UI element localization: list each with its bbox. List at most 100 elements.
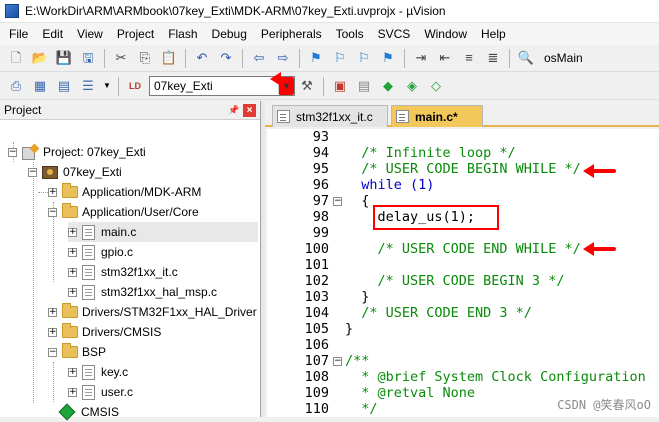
tree-item-group[interactable]: + Drivers/CMSIS (48, 322, 161, 342)
menu-file[interactable]: File (2, 23, 35, 45)
indent-icon[interactable]: ⇥ (412, 49, 430, 67)
find-in-files-icon[interactable]: 🔍 (517, 49, 535, 67)
navigate-forward-icon[interactable]: ⇨ (274, 49, 292, 67)
save-all-icon[interactable]: 🖫 (79, 49, 97, 67)
menu-flash[interactable]: Flash (161, 23, 204, 45)
menu-tools[interactable]: Tools (329, 23, 371, 45)
folder-icon (62, 303, 78, 318)
tree-item-group[interactable]: − Application/User/Core (48, 202, 199, 222)
tree-item-file[interactable]: + user.c (68, 382, 133, 402)
bookmark-icon[interactable]: ⚑ (307, 49, 325, 67)
menu-help[interactable]: Help (474, 23, 513, 45)
line-number: 96 (312, 177, 329, 193)
select-packs-icon[interactable]: ◇ (427, 77, 445, 95)
target-select-value: 07key_Exti (154, 79, 213, 93)
tree-item-file[interactable]: + stm32f1xx_hal_msp.c (68, 282, 217, 302)
collapse-icon[interactable]: − (48, 347, 57, 357)
c-file-icon (82, 244, 95, 260)
menu-window[interactable]: Window (417, 23, 474, 45)
expand-icon[interactable]: + (68, 247, 77, 257)
fold-collapse-icon[interactable]: − (333, 357, 342, 366)
menu-view[interactable]: View (70, 23, 110, 45)
tree-item-group[interactable]: − BSP (48, 342, 106, 362)
tree-item-project[interactable]: − Project: 07key_Exti (8, 142, 146, 162)
cut-icon[interactable]: ✂ (112, 49, 130, 67)
toolbar-separator (118, 76, 119, 96)
file-toolbar: 🗋 📂 💾 🖫 ✂ ⎘ 📋 ↶ ↷ ⇦ ⇨ ⚑ ⚐ ⚐ ⚑ ⇥ ⇤ ≡ ≣ 🔍 … (0, 45, 659, 72)
tree-item-group[interactable]: + Application/MDK-ARM (48, 182, 201, 202)
menu-project[interactable]: Project (110, 23, 161, 45)
manage-project-items-icon[interactable]: ▣ (331, 77, 349, 95)
line-number: 102 (304, 273, 329, 289)
project-panel: Project 📌 × − Project: 07key_Exti − 07ke… (0, 101, 261, 421)
tree-item-component[interactable]: CMSIS (58, 402, 119, 422)
copy-icon[interactable]: ⎘ (136, 49, 154, 67)
menu-edit[interactable]: Edit (35, 23, 70, 45)
collapse-icon[interactable]: − (8, 147, 17, 157)
pack-installer-icon[interactable]: ◆ (379, 77, 397, 95)
build-icon[interactable]: ▦ (31, 77, 49, 95)
navigate-back-icon[interactable]: ⇦ (250, 49, 268, 67)
menu-bar: File Edit View Project Flash Debug Perip… (0, 23, 659, 45)
target-options-icon[interactable]: ⚒ (298, 77, 316, 95)
undo-icon[interactable]: ↶ (193, 49, 211, 67)
c-file-icon (277, 110, 290, 123)
line-number: 100 (304, 241, 329, 257)
paste-icon[interactable]: 📋 (160, 49, 178, 67)
menu-debug[interactable]: Debug (205, 23, 254, 45)
rebuild-icon[interactable]: ▤ (55, 77, 73, 95)
comment-icon[interactable]: ≡ (460, 49, 478, 67)
fold-collapse-icon[interactable]: − (333, 197, 342, 206)
pin-icon[interactable]: 📌 (228, 104, 240, 116)
menu-svcs[interactable]: SVCS (371, 23, 418, 45)
load-download-icon[interactable]: LD (126, 77, 144, 95)
code-line: } (345, 321, 354, 337)
tab-stm32f1xx-it[interactable]: stm32f1xx_it.c (272, 105, 388, 127)
line-number: 106 (304, 337, 329, 353)
file-extensions-icon[interactable]: ▤ (355, 77, 373, 95)
collapse-icon[interactable]: − (28, 167, 37, 177)
close-icon[interactable]: × (243, 103, 256, 117)
project-panel-header: Project 📌 × (0, 101, 260, 120)
target-select[interactable]: 07key_Exti ▼ (149, 72, 295, 96)
open-file-icon[interactable]: 📂 (31, 49, 49, 67)
expand-icon[interactable]: + (68, 367, 77, 377)
tree-item-file[interactable]: + key.c (68, 362, 128, 382)
manage-rte-icon[interactable]: ◈ (403, 77, 421, 95)
batch-build-icon[interactable]: ☰ (79, 77, 97, 95)
tree-item-target[interactable]: − 07key_Exti (28, 162, 122, 182)
tree-item-file[interactable]: + main.c (68, 222, 258, 242)
redo-icon[interactable]: ↷ (217, 49, 235, 67)
expand-icon[interactable]: + (68, 387, 77, 397)
clear-bookmarks-icon[interactable]: ⚑ (379, 49, 397, 67)
save-icon[interactable]: 💾 (55, 49, 73, 67)
expand-icon[interactable]: + (48, 327, 57, 337)
window-title: E:\WorkDir\ARM\ARMbook\07key_Exti\MDK-AR… (25, 4, 446, 18)
uncomment-icon[interactable]: ≣ (484, 49, 502, 67)
find-text-field[interactable]: osMain (544, 51, 583, 65)
expand-icon[interactable]: + (68, 267, 77, 277)
menu-peripherals[interactable]: Peripherals (254, 23, 329, 45)
line-number: 98 (312, 209, 329, 225)
expand-icon[interactable]: + (48, 187, 57, 197)
expand-icon[interactable]: + (68, 227, 77, 237)
next-bookmark-icon[interactable]: ⚐ (355, 49, 373, 67)
code-line-comment: /** (345, 353, 370, 369)
c-file-icon (396, 110, 409, 123)
tree-item-file[interactable]: + gpio.c (68, 242, 133, 262)
dropdown-arrow-icon[interactable]: ▼ (103, 77, 111, 95)
translate-icon[interactable]: ⎙ (7, 77, 25, 95)
highlight-box (373, 205, 499, 230)
tree-item-group[interactable]: + Drivers/STM32F1xx_HAL_Driver (48, 302, 257, 322)
code-editor[interactable]: 93 94 95 96 97 98 99 100 101 102 103 104… (265, 129, 659, 417)
collapse-icon[interactable]: − (48, 207, 57, 217)
title-bar: E:\WorkDir\ARM\ARMbook\07key_Exti\MDK-AR… (0, 0, 659, 23)
chevron-down-icon[interactable]: ▼ (270, 72, 294, 95)
unindent-icon[interactable]: ⇤ (436, 49, 454, 67)
expand-icon[interactable]: + (68, 287, 77, 297)
expand-icon[interactable]: + (48, 307, 57, 317)
tree-item-file[interactable]: + stm32f1xx_it.c (68, 262, 178, 282)
prev-bookmark-icon[interactable]: ⚐ (331, 49, 349, 67)
tab-main-c[interactable]: main.c* (391, 105, 483, 127)
new-file-icon[interactable]: 🗋 (7, 49, 25, 67)
